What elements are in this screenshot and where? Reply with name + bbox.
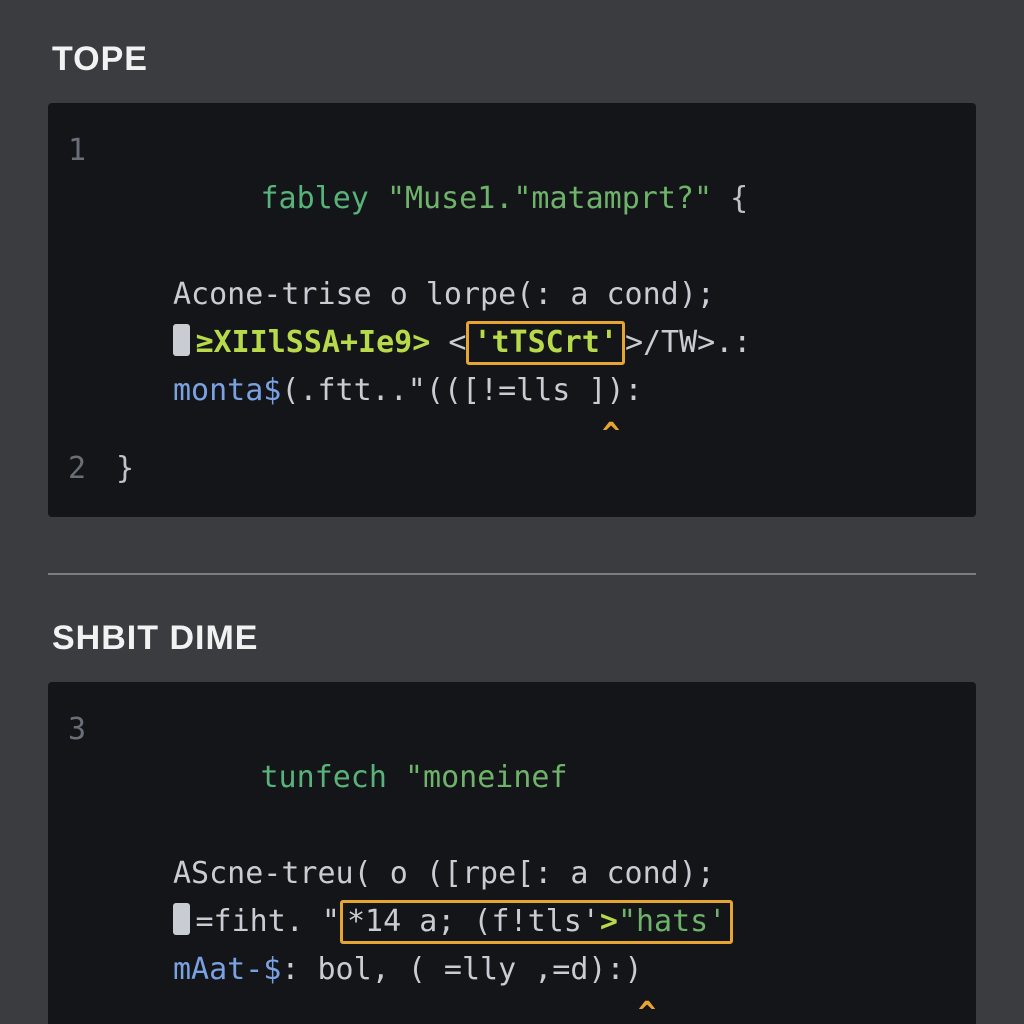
line-number: 3	[68, 706, 116, 754]
code-content: ≥XIIlSSA+Ie9> <'tTSCrt'>/TW>.:	[116, 319, 956, 367]
code-block-1[interactable]: 1 fabley "Muse1."matamprt?" { Acone-tris…	[48, 103, 976, 517]
token: tunfech	[261, 760, 406, 795]
token: =fiht. "	[196, 904, 341, 939]
code-line: ≥XIIlSSA+Ie9> <'tTSCrt'>/TW>.:	[68, 319, 956, 367]
code-content: }	[116, 445, 956, 493]
code-content: Acone-trise o lorpe(: a cond);	[116, 271, 956, 319]
line-number: 2	[68, 445, 116, 493]
token: 'tTSCrt'	[473, 325, 618, 360]
token: AScne-treu( o ([rpe[: a cond);	[173, 856, 715, 891]
token: <	[448, 325, 466, 360]
text-cursor-icon	[173, 903, 190, 935]
code-content: =fiht. "*14 a; (f!tls'>"hats'	[116, 898, 956, 946]
code-block-2[interactable]: 3 tunfech "moneinef AScne-treu( o ([rpe[…	[48, 682, 976, 1024]
token: Acone-trise o lorpe(: a cond);	[173, 277, 715, 312]
token: : bol, ( =lly ,=d):)	[281, 952, 642, 987]
code-line: monta$(.ftt.."(([!=lls ]):	[68, 367, 956, 415]
highlight-box: 'tTSCrt'	[466, 321, 625, 365]
section-divider	[48, 573, 976, 575]
token: "moneinef	[405, 760, 568, 795]
highlight-box: *14 a; (f!tls'>"hats'	[340, 900, 733, 944]
caret-row: ^	[68, 994, 956, 1024]
code-content: fabley "Muse1."matamprt?" {	[116, 127, 956, 271]
text-cursor-icon	[173, 324, 190, 356]
token: (.ftt.."(([!=lls ]):	[281, 373, 642, 408]
token: }	[116, 451, 134, 486]
token: ≥XIIlSSA+Ie9>	[196, 325, 449, 360]
line-number: 1	[68, 127, 116, 175]
caret-up-icon: ^	[638, 996, 656, 1024]
code-line: =fiht. "*14 a; (f!tls'>"hats'	[68, 898, 956, 946]
section-title-2: SHBIT DIME	[52, 619, 976, 658]
code-line: 1 fabley "Muse1."matamprt?" {	[68, 127, 956, 271]
code-content: monta$(.ftt.."(([!=lls ]):	[116, 367, 956, 415]
token: monta$	[173, 373, 281, 408]
token: fabley	[261, 181, 387, 216]
token: mAat-$	[173, 952, 281, 987]
code-line: 2 }	[68, 445, 956, 493]
token: >/TW>.:	[625, 325, 751, 360]
token: *14 a; (f!tls'	[347, 904, 600, 939]
code-line: Acone-trise o lorpe(: a cond);	[68, 271, 956, 319]
code-content: mAat-$: bol, ( =lly ,=d):)	[116, 946, 956, 994]
token: "matamprt?"	[513, 181, 712, 216]
page-root: TOPE 1 fabley "Muse1."matamprt?" { Acone…	[0, 0, 1024, 1024]
section-title-1: TOPE	[52, 40, 976, 79]
code-line: AScne-treu( o ([rpe[: a cond);	[68, 850, 956, 898]
code-content: tunfech "moneinef	[116, 706, 956, 850]
token: "Muse1.	[387, 181, 513, 216]
token: "hats'	[618, 904, 726, 939]
token: {	[712, 181, 748, 216]
token: >	[600, 904, 618, 939]
code-content: AScne-treu( o ([rpe[: a cond);	[116, 850, 956, 898]
code-line: mAat-$: bol, ( =lly ,=d):)	[68, 946, 956, 994]
code-line: 3 tunfech "moneinef	[68, 706, 956, 850]
